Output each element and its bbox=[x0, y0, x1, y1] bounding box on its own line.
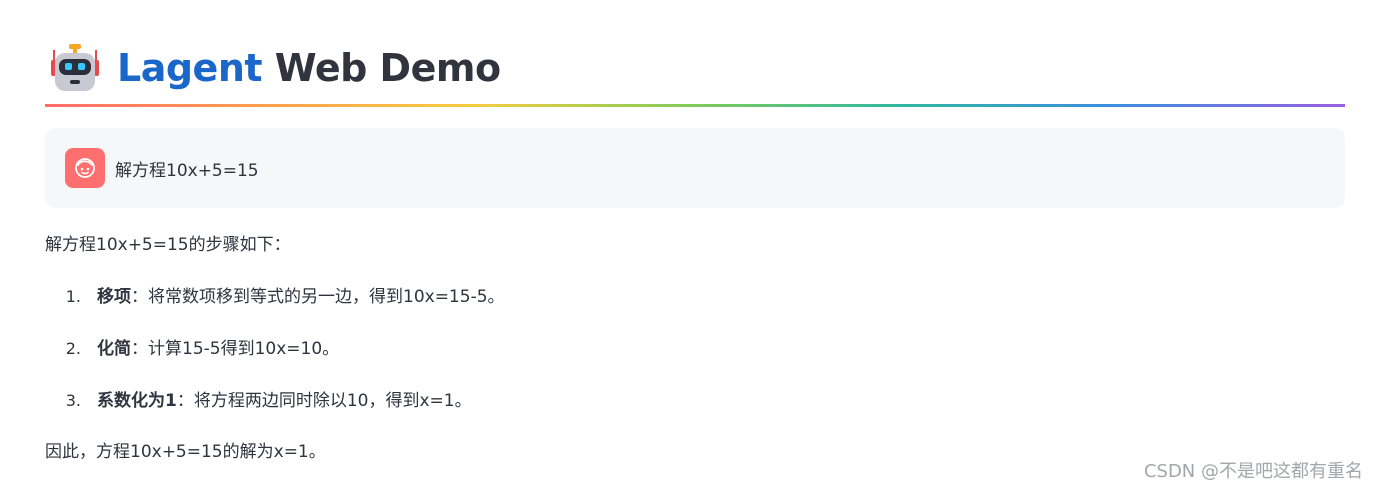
title-rest: Web Demo bbox=[262, 46, 501, 90]
step-title: 系数化为1 bbox=[97, 391, 177, 411]
steps-list: 1. 移项：将常数项移到等式的另一边，得到10x=15-5。 2. 化简：计算1… bbox=[45, 280, 1345, 418]
robot-icon bbox=[51, 44, 99, 91]
assistant-response: 解方程10x+5=15的步骤如下： 1. 移项：将常数项移到等式的另一边，得到1… bbox=[45, 228, 1345, 469]
step-number: 2. bbox=[65, 339, 81, 358]
list-item: 3. 系数化为1：将方程两边同时除以10，得到x=1。 bbox=[45, 384, 1345, 418]
title-accent: Lagent bbox=[117, 46, 263, 90]
page-title: Lagent Web Demo bbox=[117, 46, 501, 90]
list-item: 2. 化简：计算15-5得到10x=10。 bbox=[45, 332, 1345, 366]
list-item: 1. 移项：将常数项移到等式的另一边，得到10x=15-5。 bbox=[45, 280, 1345, 314]
rainbow-divider bbox=[45, 104, 1345, 107]
step-number: 1. bbox=[65, 287, 81, 306]
app-header: Lagent Web Demo bbox=[45, 38, 1345, 98]
step-title: 移项 bbox=[97, 287, 131, 307]
user-message-text: 解方程10x+5=15 bbox=[115, 160, 259, 181]
step-separator: ： bbox=[131, 287, 148, 307]
step-separator: ： bbox=[176, 391, 194, 411]
step-detail: 将常数项移到等式的另一边，得到10x=15-5。 bbox=[148, 287, 505, 307]
smiley-face-icon bbox=[75, 158, 95, 178]
watermark: CSDN @不是吧这都有重名 bbox=[1143, 461, 1363, 482]
user-avatar bbox=[65, 148, 105, 188]
step-separator: ： bbox=[131, 339, 148, 359]
response-intro: 解方程10x+5=15的步骤如下： bbox=[45, 235, 291, 255]
step-title: 化简 bbox=[97, 339, 131, 359]
user-chat-message: 解方程10x+5=15 bbox=[45, 128, 1345, 208]
step-detail: 计算15-5得到10x=10。 bbox=[148, 339, 340, 359]
step-number: 3. bbox=[65, 391, 81, 410]
step-detail: 将方程两边同时除以10，得到x=1。 bbox=[193, 391, 472, 411]
